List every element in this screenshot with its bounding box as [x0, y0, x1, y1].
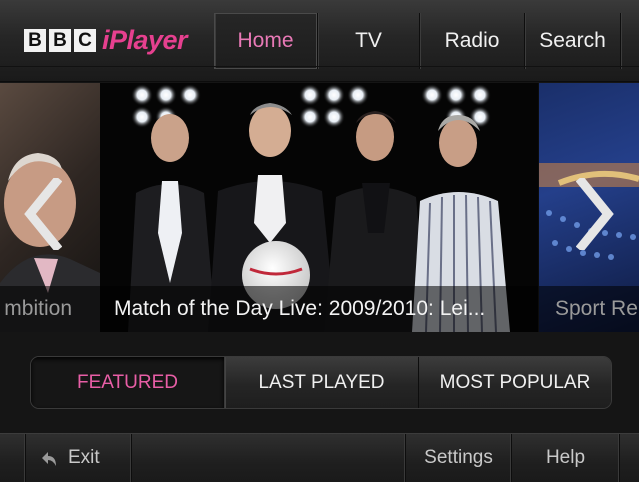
footer-divider — [620, 434, 639, 482]
tab-tv[interactable]: TV — [317, 13, 419, 69]
bbc-letter: C — [74, 28, 96, 52]
chevron-right-icon[interactable] — [576, 178, 616, 250]
programme-filter: FEATURED LAST PLAYED MOST POPULAR — [30, 356, 612, 409]
bbc-letter: B — [24, 28, 46, 52]
footer-bar: Exit Settings Help — [0, 433, 639, 482]
carousel-slide-current[interactable]: Match of the Day Live: 2009/2010: Lei... — [100, 83, 538, 332]
filter-tab-featured[interactable]: FEATURED — [31, 357, 225, 408]
bbc-letter: B — [49, 28, 71, 52]
footer-spacer — [132, 434, 406, 482]
bbc-logo: B B C — [24, 28, 96, 52]
help-button[interactable]: Help — [512, 434, 620, 482]
filter-tab-most-popular[interactable]: MOST POPULAR — [419, 357, 611, 408]
tab-radio[interactable]: Radio — [419, 13, 524, 69]
back-arrow-icon — [42, 452, 56, 466]
nav-divider — [620, 13, 639, 69]
footer-divider — [0, 434, 26, 482]
iplayer-wordmark: iPlayer — [102, 25, 188, 55]
filter-tab-last-played[interactable]: LAST PLAYED — [225, 357, 419, 408]
featured-carousel: mbition Match of the Day Live: 2009/2010… — [0, 83, 639, 332]
settings-button[interactable]: Settings — [406, 434, 512, 482]
tab-search[interactable]: Search — [524, 13, 620, 69]
tab-home[interactable]: Home — [214, 13, 317, 69]
main-nav: Home TV Radio Search — [214, 13, 639, 69]
exit-label: Exit — [68, 447, 100, 468]
bbc-iplayer-logo: B B C iPlayer — [24, 25, 188, 55]
slide-caption: Match of the Day Live: 2009/2010: Lei... — [100, 286, 538, 332]
slide-caption: Sport Re — [539, 286, 639, 332]
exit-button[interactable]: Exit — [26, 434, 132, 482]
app-header: B B C iPlayer Home TV Radio Search — [0, 0, 639, 82]
slide-caption: mbition — [0, 286, 100, 332]
chevron-left-icon[interactable] — [22, 178, 62, 250]
